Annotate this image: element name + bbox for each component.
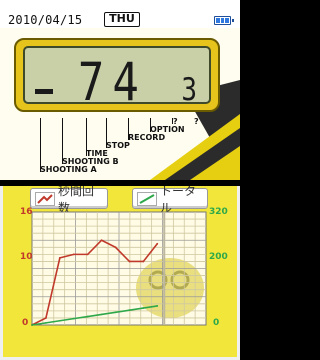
bottom-frame — [0, 180, 240, 360]
menu-line-shooting-a — [40, 118, 41, 172]
lcd-cursor — [35, 89, 53, 94]
bottom-screen: 秒間回数 トータル 16 10 0 320 200 0 — [0, 180, 240, 360]
top-screen: 2010/04/15 THU 74 3 SHOOTING A SHOOTING … — [0, 0, 240, 180]
menu-item-option[interactable]: OPTION — [150, 125, 185, 134]
screen-gap — [0, 180, 240, 186]
counter-digits: 74 3 — [77, 52, 197, 104]
day-badge: THU — [104, 12, 140, 27]
menu-item-shooting-b[interactable]: SHOOTING B — [62, 157, 119, 166]
counter-display-frame: 74 3 — [14, 38, 220, 112]
menu-item-time[interactable]: TIME — [86, 149, 108, 158]
menu-item-record[interactable]: RECORD — [128, 133, 165, 142]
battery-icon — [214, 16, 234, 25]
menu-item-shooting-a[interactable]: SHOOTING A — [40, 165, 97, 174]
menu-item-help1[interactable]: ? — [173, 117, 178, 126]
status-bar: 2010/04/15 THU — [0, 0, 240, 28]
counter-lcd: 74 3 — [23, 46, 211, 104]
menu-item-help2[interactable]: ? — [194, 117, 199, 126]
date-text: 2010/04/15 — [8, 13, 83, 27]
menu-item-stop[interactable]: STOP — [106, 141, 130, 150]
